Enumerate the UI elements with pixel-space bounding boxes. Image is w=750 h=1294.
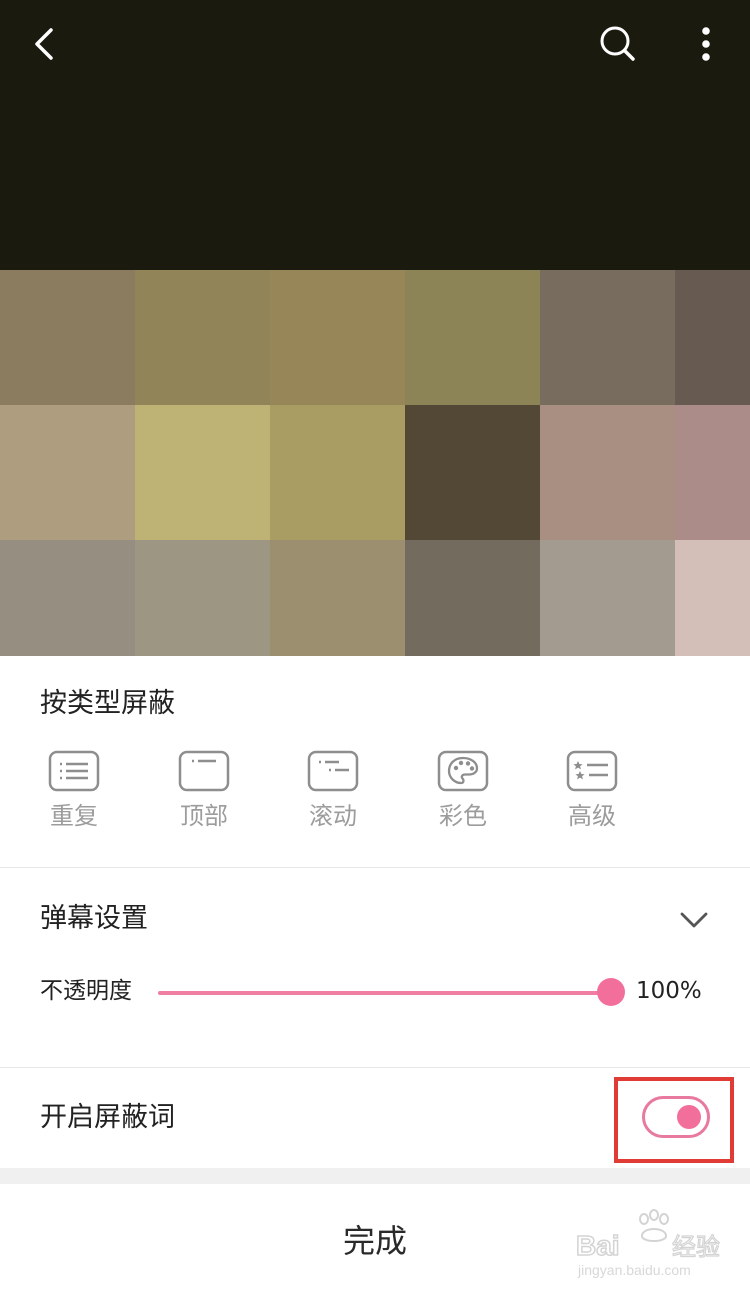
repeat-danmaku-icon <box>48 750 100 792</box>
scroll-danmaku-icon <box>307 750 359 792</box>
block-by-type-title: 按类型屏蔽 <box>40 688 175 719</box>
mosaic-tile <box>135 540 270 656</box>
block-scroll-label: 滚动 <box>309 802 357 830</box>
palette-icon <box>437 750 489 792</box>
more-options-button[interactable] <box>680 18 732 70</box>
top-danmaku-icon <box>178 750 230 792</box>
block-scroll-option[interactable]: 滚动 <box>288 750 378 828</box>
advanced-danmaku-icon <box>566 750 618 792</box>
danmaku-settings-title: 弹幕设置 <box>40 903 148 934</box>
block-repeat-option[interactable]: 重复 <box>29 750 119 828</box>
block-top-option[interactable]: 顶部 <box>159 750 249 828</box>
video-preview <box>0 0 750 656</box>
section-divider <box>0 867 750 868</box>
block-color-label: 彩色 <box>439 802 487 830</box>
mosaic-tile <box>540 270 675 405</box>
block-words-label: 开启屏蔽词 <box>40 1102 175 1133</box>
block-advanced-label: 高级 <box>568 802 616 830</box>
svg-text:经验: 经验 <box>672 1233 720 1261</box>
block-color-option[interactable]: 彩色 <box>418 750 508 828</box>
section-divider <box>0 1067 750 1068</box>
annotation-highlight-box <box>614 1077 734 1163</box>
search-button[interactable] <box>592 18 644 70</box>
baidu-jingyan-watermark: Bai 经验 jingyan.baidu.com <box>575 1209 721 1278</box>
back-arrow-icon <box>35 28 53 60</box>
opacity-slider-thumb[interactable] <box>597 978 625 1006</box>
mosaic-tile <box>540 405 675 540</box>
svg-text:Bai: Bai <box>576 1230 620 1261</box>
more-vertical-icon <box>702 27 710 61</box>
mosaic-tile <box>270 540 405 656</box>
mosaic-tile <box>405 270 540 405</box>
section-gap <box>0 1168 750 1184</box>
mosaic-tile <box>0 270 135 405</box>
mosaic-tile <box>0 405 135 540</box>
mosaic-tile <box>675 540 750 656</box>
mosaic-tile <box>135 405 270 540</box>
mosaic-tile <box>540 540 675 656</box>
back-button[interactable] <box>18 18 70 70</box>
svg-text:jingyan.baidu.com: jingyan.baidu.com <box>577 1262 691 1278</box>
mosaic-tile <box>675 405 750 540</box>
mosaic-tile <box>0 540 135 656</box>
mosaic-tile <box>135 270 270 405</box>
mosaic-tile <box>270 405 405 540</box>
pixelated-video-frame <box>0 270 750 656</box>
opacity-slider-track[interactable] <box>158 991 608 995</box>
mosaic-tile <box>405 405 540 540</box>
mosaic-tile <box>405 540 540 656</box>
expand-settings-button[interactable] <box>676 902 712 938</box>
search-icon <box>600 26 635 61</box>
mosaic-tile <box>675 270 750 405</box>
block-repeat-label: 重复 <box>50 802 98 830</box>
chevron-down-icon <box>680 912 708 928</box>
opacity-label: 不透明度 <box>40 978 132 1004</box>
block-advanced-option[interactable]: 高级 <box>547 750 637 828</box>
mosaic-tile <box>270 270 405 405</box>
danmaku-settings-panel: 按类型屏蔽 重复 顶部 滚动 彩色 高级 弹幕设置 不透明度 100% 开启屏蔽… <box>0 656 750 1294</box>
opacity-value: 100% <box>636 978 702 1004</box>
block-top-label: 顶部 <box>180 802 228 830</box>
